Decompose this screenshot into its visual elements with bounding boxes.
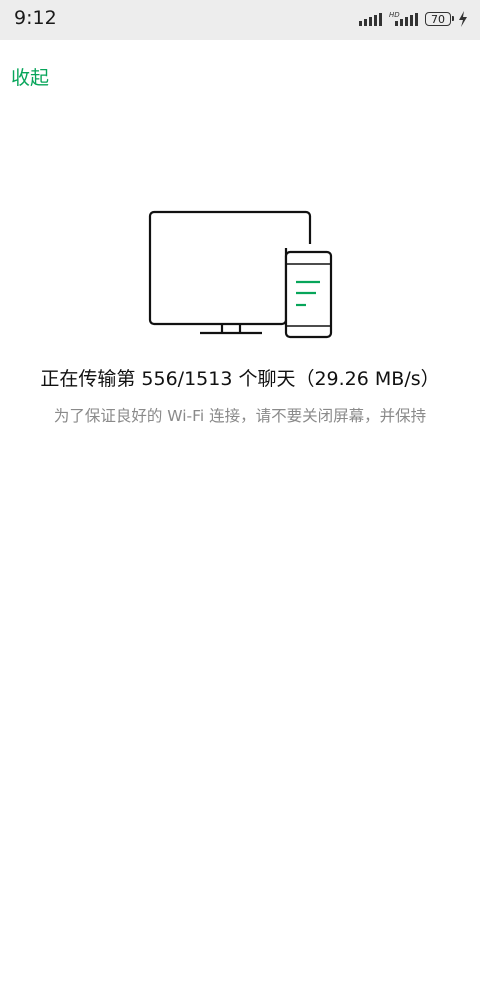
transfer-status-text: 正在传输第 556/1513 个聊天（29.26 MB/s） bbox=[40, 368, 440, 390]
hd-label: HD bbox=[389, 11, 400, 19]
bolt-icon bbox=[459, 11, 467, 27]
status-time: 9:12 bbox=[14, 7, 57, 29]
signal-hd-icon: HD bbox=[389, 12, 418, 26]
battery-icon: 70 bbox=[425, 12, 454, 26]
status-icons: HD 70 bbox=[359, 9, 468, 29]
signal-icon bbox=[359, 12, 382, 26]
battery-level: 70 bbox=[431, 12, 445, 26]
collapse-button[interactable]: 收起 bbox=[11, 63, 49, 90]
status-bar: 9:12 HD 70 bbox=[0, 0, 480, 40]
monitor-phone-icon bbox=[148, 210, 333, 339]
transfer-hint-text: 为了保证良好的 Wi-Fi 连接，请不要关闭屏幕，并保持 bbox=[53, 407, 427, 425]
